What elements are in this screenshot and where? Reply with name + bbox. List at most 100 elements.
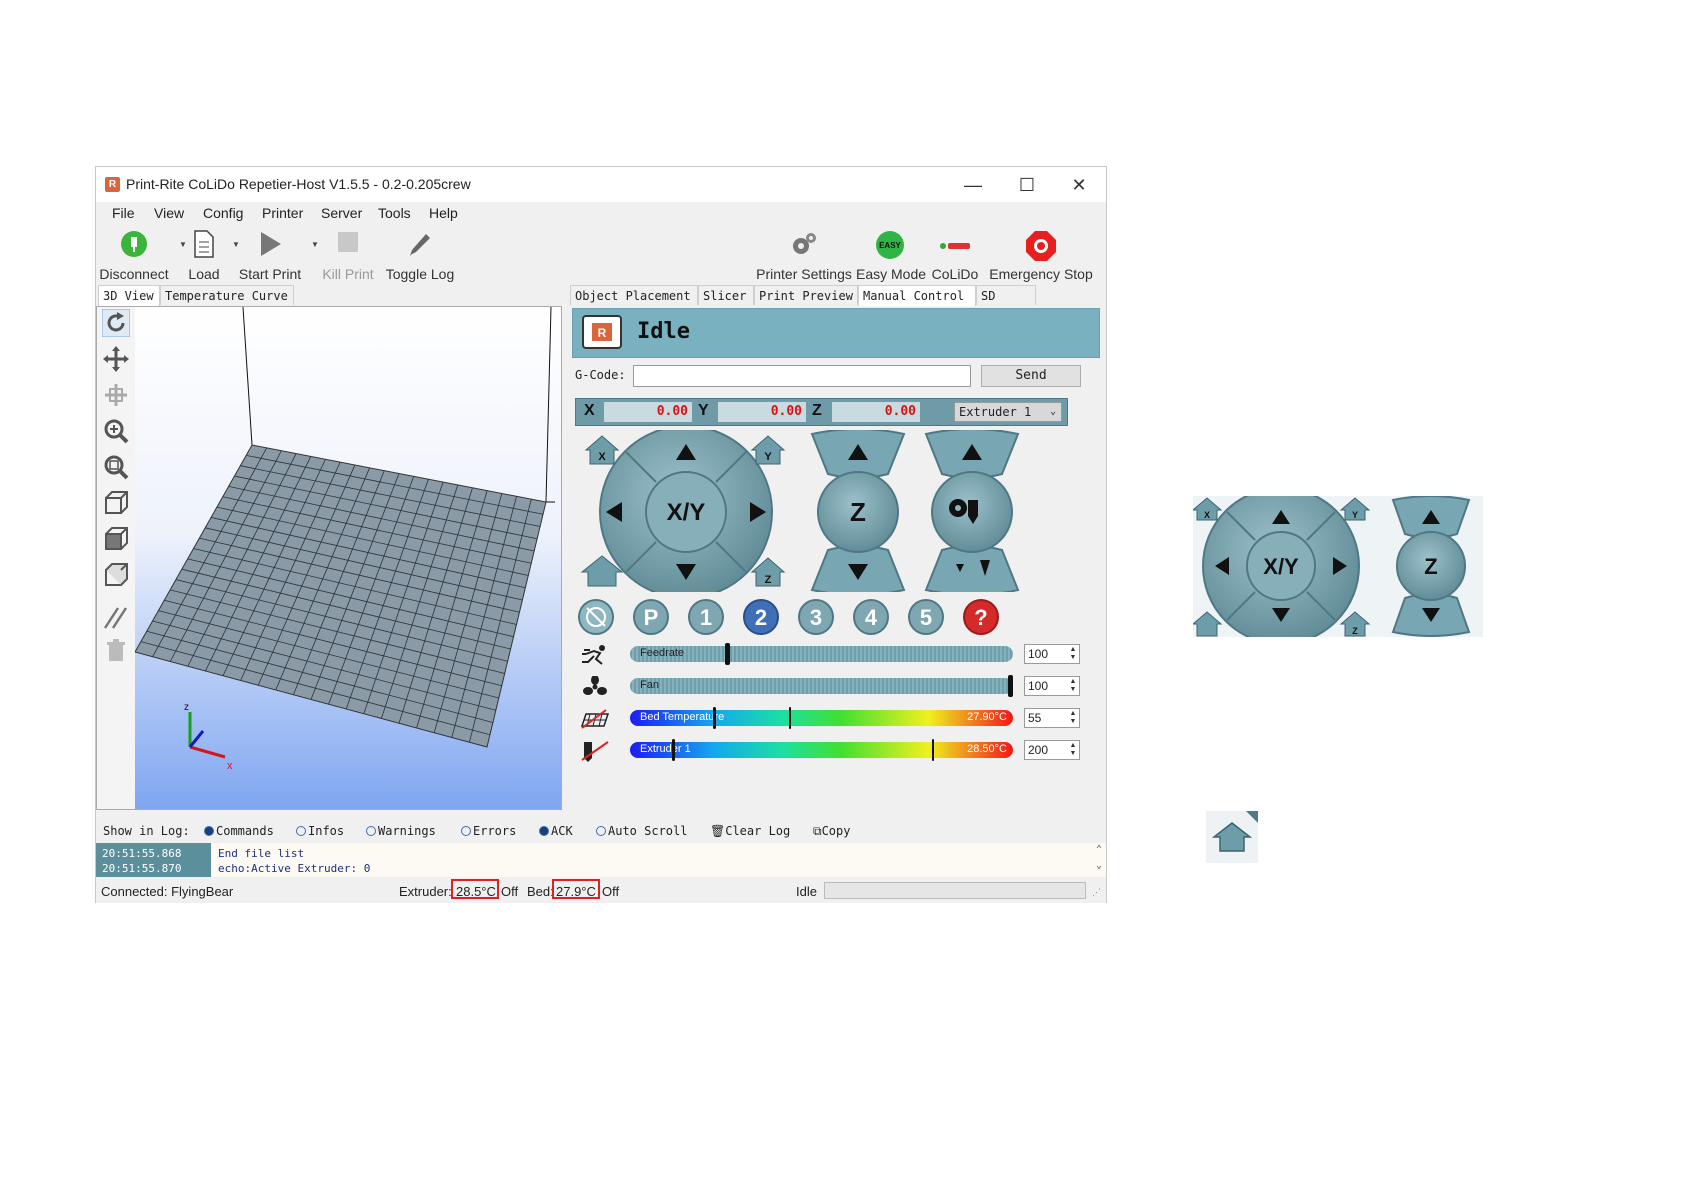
log-commands-label: Commands bbox=[216, 824, 274, 838]
fit-view-icon[interactable] bbox=[102, 453, 130, 481]
top-view-icon[interactable] bbox=[102, 561, 130, 589]
help-button[interactable]: ? bbox=[963, 599, 999, 635]
macro-button-5[interactable]: 5 bbox=[908, 599, 944, 635]
send-button[interactable]: Send bbox=[981, 365, 1081, 387]
maximize-button[interactable]: ☐ bbox=[1004, 171, 1050, 199]
clear-log-button[interactable]: 🗑Clear Log bbox=[710, 824, 790, 838]
x-axis-label: X bbox=[584, 402, 595, 419]
zoom-home-z-label: Z bbox=[1352, 626, 1358, 636]
trash-icon[interactable] bbox=[102, 637, 130, 665]
log-ack-radio[interactable]: ACK bbox=[539, 824, 573, 838]
plug-icon bbox=[121, 231, 147, 257]
window-title: Print-Rite CoLiDo Repetier-Host V1.5.5 -… bbox=[126, 176, 471, 192]
feedrate-spinner-icon[interactable]: ▲ ▼ bbox=[1068, 646, 1078, 662]
menu-view[interactable]: View bbox=[154, 205, 184, 221]
bed-target-thumb[interactable] bbox=[789, 707, 791, 729]
bed-temperature-slider[interactable]: Bed Temperature 27.90°C bbox=[630, 707, 1013, 729]
fan-spinner-icon[interactable]: ▲ ▼ bbox=[1068, 678, 1078, 694]
move-icon[interactable] bbox=[102, 345, 130, 373]
feedrate-slider-thumb[interactable] bbox=[725, 643, 730, 665]
parallel-view-icon[interactable] bbox=[102, 603, 130, 631]
scroll-down-icon[interactable]: ⌄ bbox=[1096, 860, 1102, 871]
tab-print-preview[interactable]: Print Preview bbox=[754, 285, 858, 305]
extruder-spinner-icon[interactable]: ▲ ▼ bbox=[1068, 742, 1078, 758]
zoom-home-x-label: X bbox=[1204, 510, 1210, 520]
z-jog-control[interactable]: Z bbox=[810, 430, 906, 592]
menu-bar: File View Config Printer Server Tools He… bbox=[96, 202, 1106, 224]
macro-button-settings[interactable] bbox=[578, 599, 614, 635]
menu-tools[interactable]: Tools bbox=[378, 205, 411, 221]
tab-object-placement[interactable]: Object Placement bbox=[570, 285, 698, 305]
extruder-jog-control[interactable] bbox=[924, 430, 1020, 592]
app-icon: R bbox=[105, 177, 120, 192]
easy-mode-button[interactable]: EASY Easy Mode bbox=[856, 224, 926, 284]
front-view-icon[interactable] bbox=[102, 525, 130, 553]
home-x-button[interactable]: X bbox=[584, 435, 620, 465]
resize-grip-icon[interactable]: ⋰ bbox=[1092, 887, 1101, 898]
macro-button-p[interactable]: P bbox=[633, 599, 669, 635]
printer-settings-button[interactable]: Printer Settings bbox=[756, 224, 852, 284]
minimize-button[interactable]: — bbox=[950, 171, 996, 199]
document-icon bbox=[194, 230, 214, 258]
emergency-stop-icon bbox=[1026, 231, 1056, 261]
isometric-view-icon[interactable] bbox=[102, 489, 130, 517]
macro-button-2[interactable]: 2 bbox=[743, 599, 779, 635]
log-commands-radio[interactable]: Commands bbox=[204, 824, 274, 838]
toggle-log-button[interactable]: Toggle Log bbox=[383, 224, 457, 284]
move-object-icon[interactable] bbox=[102, 381, 130, 409]
macro-button-3[interactable]: 3 bbox=[798, 599, 834, 635]
log-errors-radio[interactable]: Errors bbox=[461, 824, 516, 838]
tab-slicer[interactable]: Slicer bbox=[698, 285, 754, 305]
menu-printer[interactable]: Printer bbox=[262, 205, 303, 221]
log-output[interactable]: 20:51:55.868 20:51:55.870 End file list … bbox=[96, 843, 1106, 877]
3d-print-bed-scene[interactable]: z x bbox=[135, 307, 561, 809]
gcode-input[interactable] bbox=[633, 365, 971, 387]
rotate-icon[interactable] bbox=[102, 309, 130, 337]
macro-button-1[interactable]: 1 bbox=[688, 599, 724, 635]
copy-log-button[interactable]: ⧉Copy bbox=[813, 824, 850, 839]
extruder-select-value: Extruder 1 bbox=[959, 405, 1032, 419]
extruder-select[interactable]: Extruder 1 ⌄ bbox=[954, 402, 1062, 422]
feedrate-slider[interactable]: Feedrate bbox=[630, 643, 1013, 665]
menu-config[interactable]: Config bbox=[203, 205, 243, 221]
tab-manual-control[interactable]: Manual Control bbox=[858, 285, 976, 307]
fan-slider[interactable]: Fan bbox=[630, 675, 1013, 697]
tab-sd-card[interactable]: SD Card bbox=[976, 285, 1036, 323]
emergency-stop-button[interactable]: Emergency Stop bbox=[988, 224, 1094, 284]
feedrate-input[interactable]: 100 ▲ ▼ bbox=[1024, 644, 1080, 664]
xy-jog-pad[interactable]: X/Y bbox=[599, 430, 773, 592]
log-infos-radio[interactable]: Infos bbox=[296, 824, 344, 838]
fan-input[interactable]: 100 ▲ ▼ bbox=[1024, 676, 1080, 696]
macro-4-label: 4 bbox=[865, 605, 878, 630]
zoom-icon[interactable] bbox=[102, 417, 130, 445]
macro-p-label: P bbox=[644, 605, 659, 630]
kill-print-button[interactable]: Kill Print bbox=[318, 224, 378, 284]
load-button[interactable]: Load bbox=[180, 224, 228, 284]
tab-temperature-curve[interactable]: Temperature Curve bbox=[160, 285, 294, 305]
start-print-button[interactable]: Start Print bbox=[238, 224, 302, 284]
auto-scroll-radio[interactable]: Auto Scroll bbox=[596, 824, 687, 838]
printer-status-icon: R bbox=[582, 315, 622, 349]
colido-button[interactable]: CoLiDo bbox=[928, 224, 982, 284]
close-button[interactable]: ✕ bbox=[1056, 171, 1102, 199]
scroll-up-icon[interactable]: ⌃ bbox=[1096, 844, 1102, 855]
log-warnings-radio[interactable]: Warnings bbox=[366, 824, 436, 838]
zoom-home-x-icon: X bbox=[1191, 497, 1223, 521]
fan-slider-thumb[interactable] bbox=[1008, 675, 1013, 697]
extruder-temperature-input[interactable]: 200 ▲ ▼ bbox=[1024, 740, 1080, 760]
extruder-temperature-value: 200 bbox=[1028, 743, 1049, 757]
extruder-temperature-slider[interactable]: Extruder 1 28.50°C bbox=[630, 739, 1013, 761]
tab-3d-view[interactable]: 3D View bbox=[98, 285, 160, 307]
bed-spinner-icon[interactable]: ▲ ▼ bbox=[1068, 710, 1078, 726]
log-ack-label: ACK bbox=[551, 824, 573, 838]
home-y-button[interactable]: Y bbox=[750, 435, 786, 465]
zoom-home-all-icon bbox=[1191, 611, 1223, 637]
menu-help[interactable]: Help bbox=[429, 205, 458, 221]
menu-server[interactable]: Server bbox=[321, 205, 362, 221]
radio-icon bbox=[461, 826, 471, 836]
extruder-target-thumb[interactable] bbox=[932, 739, 934, 761]
macro-button-4[interactable]: 4 bbox=[853, 599, 889, 635]
disconnect-button[interactable]: Disconnect bbox=[96, 224, 172, 284]
menu-file[interactable]: File bbox=[112, 205, 135, 221]
bed-temperature-input[interactable]: 55 ▲ ▼ bbox=[1024, 708, 1080, 728]
